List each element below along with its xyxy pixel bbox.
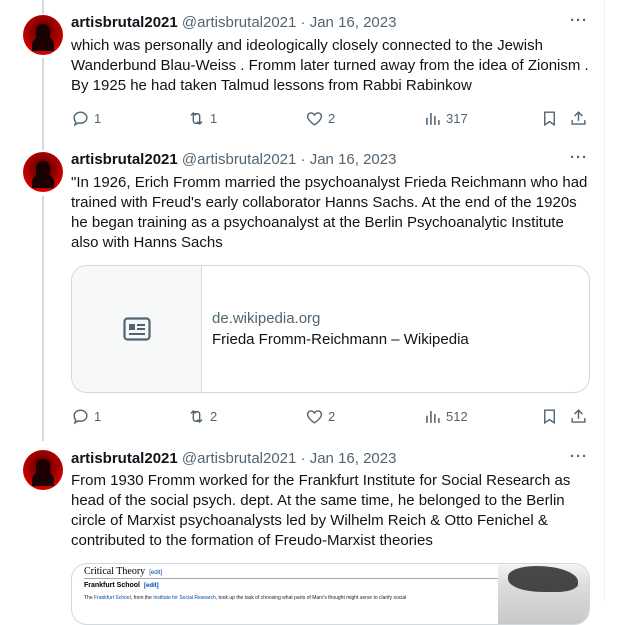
reply-icon	[73, 110, 88, 126]
bookmark-icon	[544, 110, 555, 126]
tweet[interactable]: artisbrutal2021 @artisbrutal2021 · Jan 1…	[0, 0, 604, 140]
like-icon	[306, 409, 323, 424]
author-name[interactable]: artisbrutal2021	[71, 14, 178, 31]
wiki-image	[498, 564, 589, 624]
tweet-text: "In 1926, Erich Fromm married the psycho…	[71, 174, 588, 251]
bookmark-icon	[544, 408, 555, 424]
bookmark-button[interactable]	[540, 108, 559, 128]
more-icon[interactable]: ···	[570, 448, 588, 465]
author-handle[interactable]: @artisbrutal2021	[182, 450, 296, 467]
avatar[interactable]	[23, 450, 63, 490]
retweet-count: 2	[210, 408, 218, 424]
views-button[interactable]: 317	[423, 108, 468, 128]
like-count: 2	[328, 110, 336, 126]
tweet-date[interactable]: Jan 16, 2023	[310, 14, 397, 31]
author-name[interactable]: artisbrutal2021	[71, 450, 178, 467]
more-icon[interactable]: ···	[570, 12, 588, 29]
wiki-subheading: Frankfurt School [edit]	[84, 582, 159, 589]
share-button[interactable]	[569, 108, 588, 128]
wiki-divider	[84, 578, 504, 579]
tweet-header: artisbrutal2021 @artisbrutal2021 · Jan 1…	[71, 150, 396, 170]
wiki-paragraph: The Frankfurt School, from the Institute…	[84, 595, 407, 601]
tweet-date[interactable]: Jan 16, 2023	[310, 151, 397, 168]
retweet-button[interactable]: 1	[187, 108, 217, 128]
like-icon	[306, 111, 323, 126]
author-handle[interactable]: @artisbrutal2021	[182, 14, 296, 31]
retweet-count: 1	[210, 110, 218, 126]
retweet-icon	[190, 111, 203, 125]
share-button[interactable]	[569, 406, 588, 426]
separator: ·	[300, 14, 306, 31]
reply-icon	[73, 408, 88, 424]
reply-count: 1	[94, 110, 102, 126]
article-icon	[122, 317, 151, 341]
wiki-heading: Critical Theory [edit]	[84, 566, 163, 577]
tweet-header: artisbrutal2021 @artisbrutal2021 · Jan 1…	[71, 449, 396, 469]
retweet-icon	[190, 409, 203, 423]
column-border	[604, 0, 605, 601]
tweet-text: From 1930 Fromm worked for the Frankfurt…	[71, 472, 571, 549]
views-count: 317	[446, 110, 468, 126]
separator: ·	[300, 450, 306, 467]
share-icon	[571, 408, 586, 423]
author-name[interactable]: artisbrutal2021	[71, 151, 178, 168]
tweet-text: which was personally and ideologically c…	[71, 37, 589, 94]
views-count: 512	[446, 408, 468, 424]
reply-count: 1	[94, 408, 102, 424]
retweet-button[interactable]: 2	[187, 406, 217, 426]
views-button[interactable]: 512	[423, 406, 468, 426]
link-card-thumbnail	[72, 266, 202, 392]
tweet-header: artisbrutal2021 @artisbrutal2021 · Jan 1…	[71, 13, 396, 33]
edit-link: [edit]	[149, 570, 163, 576]
like-button[interactable]: 2	[305, 108, 335, 128]
separator: ·	[300, 151, 306, 168]
link-card-title: Frieda Fromm-Reichmann – Wikipedia	[212, 331, 469, 348]
reply-button[interactable]: 1	[71, 108, 101, 128]
link-card[interactable]: de.wikipedia.org Frieda Fromm-Reichmann …	[71, 265, 590, 393]
like-button[interactable]: 2	[305, 406, 335, 426]
views-icon	[426, 410, 440, 423]
reply-button[interactable]: 1	[71, 406, 101, 426]
avatar[interactable]	[23, 15, 63, 55]
like-count: 2	[328, 408, 336, 424]
share-icon	[571, 110, 586, 125]
action-bar: 1 1 2 317	[71, 108, 591, 128]
views-icon	[426, 112, 440, 125]
image-card[interactable]: Critical Theory [edit] Frankfurt School [e…	[71, 563, 590, 625]
tweet[interactable]: artisbrutal2021 @artisbrutal2021 · Jan 1…	[0, 140, 604, 440]
action-bar: 1 2 2 512	[71, 406, 591, 426]
author-handle[interactable]: @artisbrutal2021	[182, 151, 296, 168]
edit-link: [edit]	[144, 583, 159, 589]
tweet-date[interactable]: Jan 16, 2023	[310, 450, 397, 467]
more-icon[interactable]: ···	[570, 149, 588, 166]
bookmark-button[interactable]	[540, 406, 559, 426]
avatar[interactable]	[23, 152, 63, 192]
link-card-domain: de.wikipedia.org	[212, 310, 321, 327]
